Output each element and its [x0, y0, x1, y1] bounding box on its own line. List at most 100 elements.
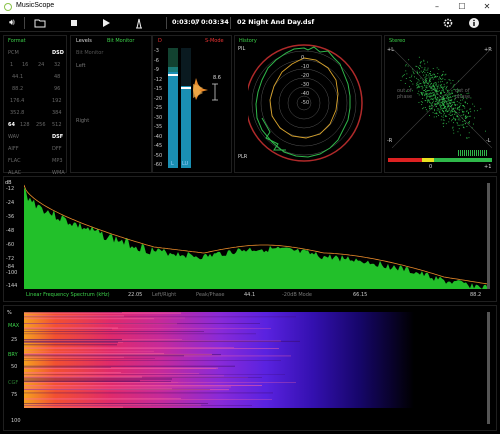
stereo-sample — [450, 82, 452, 84]
bit-monitor-sub: Bit Monitor — [76, 50, 104, 56]
meter-scale-tick: -30 — [154, 114, 163, 121]
stereo-sample — [444, 94, 446, 96]
s-mode-tab[interactable]: S-Mode — [205, 38, 224, 44]
gear-icon[interactable] — [442, 17, 454, 29]
spectrum-scrollbar[interactable] — [487, 183, 490, 289]
play-icon[interactable] — [100, 17, 112, 29]
rate-44: 44.1 — [12, 74, 24, 80]
stereo-sample — [426, 79, 427, 81]
stereo-sample — [457, 107, 459, 108]
stereo-sample — [447, 91, 449, 93]
stereo-sample — [451, 111, 453, 113]
stereo-sample — [424, 94, 425, 96]
metronome-icon[interactable] — [133, 17, 145, 29]
stereo-sample — [436, 99, 438, 101]
stereo-sample — [440, 106, 442, 108]
stereo-sample — [450, 110, 452, 112]
pcm-label: PCM — [8, 50, 19, 56]
stereo-sample — [425, 74, 427, 75]
stereo-sample — [449, 79, 451, 81]
stereo-sample — [474, 110, 475, 112]
stereo-sample — [422, 79, 424, 81]
stereo-sample — [446, 111, 448, 113]
stereo-sample — [445, 88, 447, 90]
stereo-sample — [423, 107, 425, 109]
stereo-sample — [433, 92, 435, 93]
mode-peak-phase[interactable]: Peak/Phase — [196, 292, 225, 298]
stereo-sample — [466, 110, 468, 112]
stereo-sample — [440, 109, 442, 111]
stereo-sample — [457, 131, 459, 133]
stereo-sample — [434, 93, 435, 95]
stereo-sample — [430, 105, 432, 107]
stereo-sample — [419, 68, 420, 69]
stereo-sample — [432, 100, 434, 102]
meter-scale-tick: -12 — [154, 76, 163, 83]
stereo-sample — [424, 92, 426, 94]
stereo-sample — [452, 109, 454, 111]
stereo-sample — [444, 102, 445, 103]
stereo-sample — [434, 97, 436, 99]
stereo-sample — [442, 97, 444, 98]
stereo-sample — [428, 106, 430, 108]
stereo-sample — [465, 122, 466, 124]
stereo-sample — [442, 90, 444, 92]
volume-icon[interactable]: 🔊︎ — [6, 17, 18, 29]
stereo-sample — [431, 95, 433, 97]
stereo-sample — [453, 84, 455, 86]
stereo-sample — [442, 103, 443, 105]
stereo-sample — [430, 102, 432, 104]
stereo-sample — [446, 81, 448, 83]
stereo-sample — [427, 100, 429, 102]
stereo-sample — [444, 100, 446, 101]
stereo-sample — [437, 91, 439, 93]
stereo-sample — [425, 81, 427, 83]
stereo-sample — [460, 124, 462, 126]
stereo-sample — [451, 90, 453, 91]
stereo-sample — [462, 105, 464, 106]
mode-left-right[interactable]: Left/Right — [152, 292, 176, 298]
info-icon[interactable] — [468, 17, 480, 29]
stop-icon[interactable] — [68, 17, 80, 29]
close-button[interactable]: ✕ — [477, 1, 497, 13]
minimize-button[interactable]: – — [427, 1, 447, 13]
stereo-sample — [412, 68, 413, 70]
open-folder-icon[interactable] — [34, 17, 46, 29]
stereo-sample — [460, 134, 461, 136]
stereo-sample — [427, 95, 429, 97]
stereo-sample — [401, 76, 403, 78]
stereo-sample — [464, 107, 466, 109]
mode-20db[interactable]: -20dB Mode — [282, 292, 312, 298]
meter-scale-tick: -15 — [154, 86, 163, 92]
stereo-sample — [427, 93, 428, 95]
stereo-sample — [434, 75, 436, 77]
stereo-sample — [449, 118, 450, 120]
bit-monitor-tab[interactable]: Bit Monitor — [107, 38, 134, 44]
maximize-button[interactable]: ☐ — [452, 1, 472, 13]
stereo-sample — [435, 104, 437, 106]
stereo-sample — [435, 106, 437, 108]
spectrum-x-tick: 44.1 — [244, 292, 256, 298]
stereo-sample — [426, 86, 428, 88]
stereo-sample — [443, 91, 445, 93]
stereo-sample — [441, 101, 442, 103]
stereo-sample — [466, 137, 468, 138]
stereo-sample — [443, 114, 445, 116]
spectrogram-scrollbar[interactable] — [487, 312, 490, 424]
stereo-sample — [444, 79, 446, 81]
stereo-sample — [418, 102, 420, 103]
stereo-sample — [448, 114, 450, 115]
app-logo-icon — [4, 3, 12, 11]
history-ring-label: 0 — [301, 55, 305, 61]
stereo-sample — [443, 104, 445, 106]
stereo-sample — [467, 116, 469, 118]
stereo-sample — [432, 105, 433, 107]
stereo-sample — [426, 90, 428, 92]
stereo-sample — [459, 119, 461, 121]
spectrum-y-tick: -60 — [6, 242, 15, 248]
stereo-sample — [429, 102, 431, 103]
stereo-sample — [445, 115, 447, 116]
stereo-sample — [440, 107, 442, 109]
window-title: MusicScope — [16, 2, 55, 9]
stereo-sample — [431, 89, 433, 91]
